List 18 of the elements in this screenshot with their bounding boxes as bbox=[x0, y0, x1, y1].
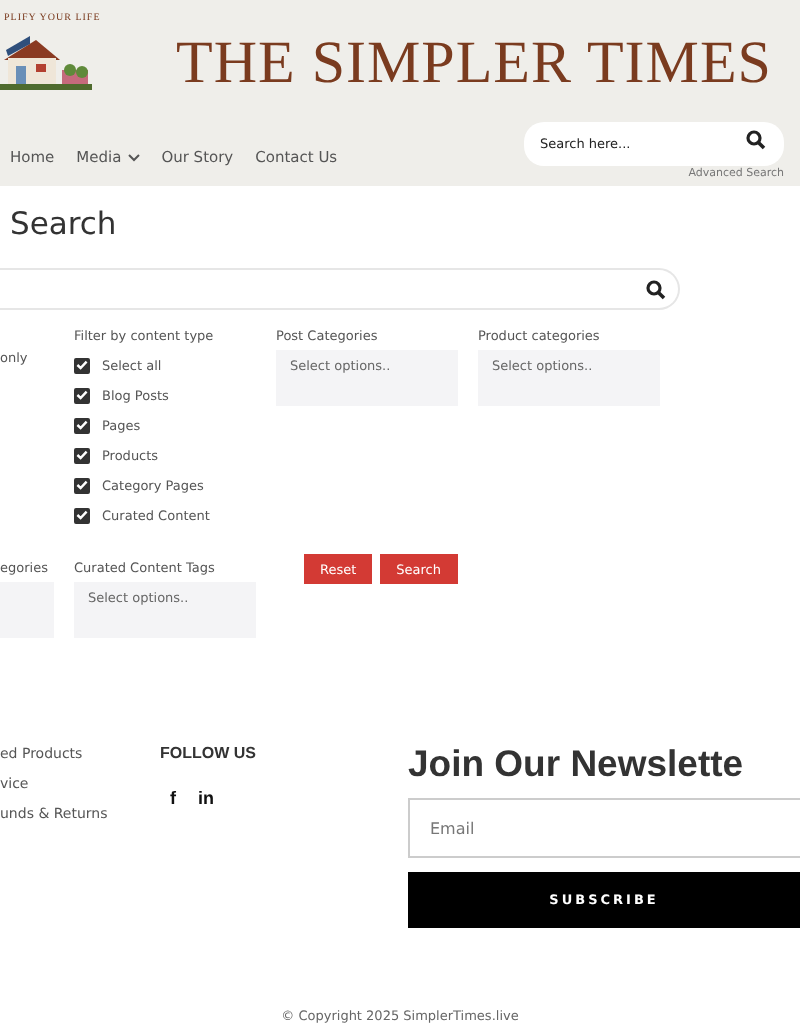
house-logo-icon[interactable] bbox=[0, 32, 92, 92]
checkbox[interactable] bbox=[74, 447, 90, 463]
search-icon[interactable] bbox=[746, 130, 766, 150]
checkbox[interactable] bbox=[74, 387, 90, 403]
checkbox[interactable] bbox=[74, 417, 90, 433]
newsletter-heading: Join Our Newslette bbox=[408, 742, 746, 786]
checkbox[interactable] bbox=[74, 477, 90, 493]
search-field[interactable] bbox=[0, 268, 680, 310]
social-icon[interactable]: in bbox=[198, 788, 214, 808]
follow-heading: FOLLOW US bbox=[160, 744, 258, 762]
social-icon[interactable]: f bbox=[170, 788, 176, 808]
page-heading: Search bbox=[10, 204, 119, 244]
checkbox[interactable] bbox=[74, 357, 90, 373]
checkbox[interactable] bbox=[74, 507, 90, 523]
search-icon[interactable] bbox=[646, 280, 666, 300]
email-field[interactable]: Email bbox=[408, 798, 800, 858]
site-title[interactable]: THE SIMPLER TIMES bbox=[176, 34, 772, 94]
caret-icon bbox=[127, 153, 140, 161]
